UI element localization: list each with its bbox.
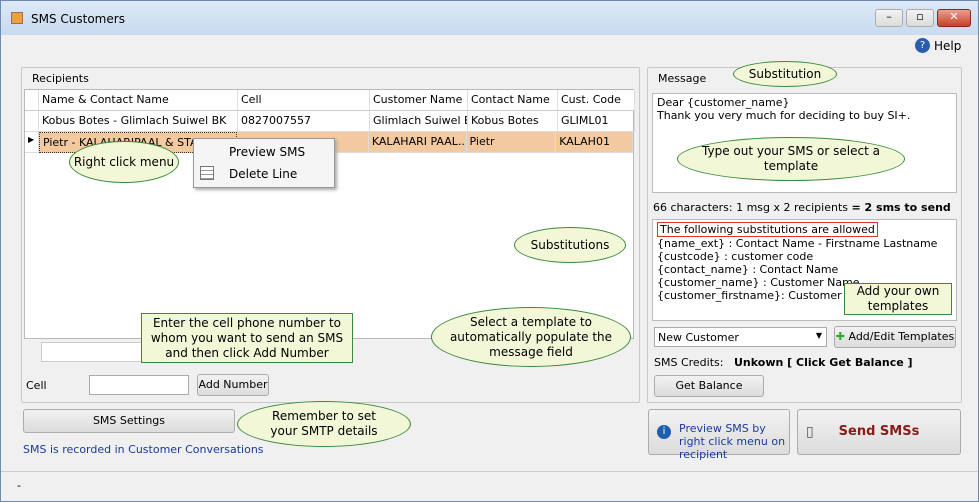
substitution-item: {contact_name} : Contact Name — [657, 263, 839, 276]
send-label: Send SMSs — [838, 424, 920, 439]
count-text: 66 characters: 1 msg x 2 recipients — [653, 201, 852, 214]
callout-own-templates: Add your own templates — [844, 283, 952, 315]
context-menu: Preview SMS Delete Line — [193, 138, 335, 188]
substitution-item: {custcode} : customer code — [657, 250, 814, 263]
minimize-button[interactable]: – — [875, 9, 903, 27]
help-link[interactable]: ? Help — [915, 38, 961, 53]
cell-customer: Glimlach Suiwel BK — [370, 111, 468, 132]
status-bar: - — [1, 471, 978, 501]
cell-input[interactable] — [89, 375, 189, 395]
callout-enter-cell: Enter the cell phone number to whom you … — [141, 313, 353, 363]
template-value: New Customer — [658, 331, 739, 344]
sms-customers-window: SMS Customers – ▫ ✕ ? Help Recipients Na… — [0, 0, 979, 502]
substitution-item: {name_ext} : Contact Name - Firstname La… — [657, 237, 938, 250]
add-icon: ✚ — [835, 330, 845, 343]
cell-code: GLIML01 — [558, 111, 635, 132]
status-text: - — [17, 479, 21, 492]
row-indicator-icon: ▶ — [25, 132, 39, 153]
menu-item-delete-line[interactable]: Delete Line — [229, 167, 297, 181]
credits-value: Unkown [ Click Get Balance ] — [734, 356, 913, 369]
recipients-grid[interactable]: Name & Contact Name Cell Customer Name C… — [24, 89, 635, 339]
add-number-button[interactable]: Add Number — [197, 374, 269, 396]
message-label: Message — [658, 72, 707, 85]
template-select[interactable]: New Customer ▼ — [654, 327, 827, 347]
cell-label: Cell — [26, 379, 47, 392]
preview-hint: i Preview SMS by right click menu on rec… — [648, 409, 790, 461]
credits-label: SMS Credits: — [654, 356, 724, 369]
callout-right-click: Right click menu — [69, 141, 179, 183]
help-label: Help — [934, 38, 962, 53]
column-header[interactable]: Contact Name — [468, 90, 558, 111]
callout-substitution: Substitution — [733, 61, 837, 87]
info-icon: i — [657, 425, 671, 439]
callout-select-template: Select a template to automatically popul… — [431, 307, 631, 367]
phone-icon: ▯ — [806, 424, 814, 440]
menu-item-preview-sms[interactable]: Preview SMS — [229, 145, 305, 159]
column-header[interactable]: Customer Name — [370, 90, 468, 111]
message-count: 66 characters: 1 msg x 2 recipients = 2 … — [653, 201, 951, 214]
window-title: SMS Customers — [31, 12, 125, 26]
column-header[interactable]: Name & Contact Name — [39, 90, 238, 111]
footer-note: SMS is recorded in Customer Conversation… — [23, 443, 264, 456]
chevron-down-icon: ▼ — [815, 331, 822, 340]
table-row[interactable]: Kobus Botes - Glimlach Suiwel BK 0827007… — [25, 111, 635, 132]
app-icon — [11, 12, 23, 24]
substitutions-heading: The following substitutions are allowed — [657, 222, 878, 237]
delete-table-icon — [200, 166, 214, 180]
add-edit-templates-button[interactable]: ✚ Add/Edit Templates — [834, 326, 956, 348]
cell-name: Kobus Botes - Glimlach Suiwel BK — [39, 111, 238, 132]
column-header[interactable]: Cell — [238, 90, 370, 111]
add-edit-templates-label: Add/Edit Templates — [848, 330, 955, 343]
help-icon: ? — [915, 38, 930, 53]
cell-contact: Pietr — [466, 132, 557, 153]
cell-contact: Kobus Botes — [468, 111, 558, 132]
callout-substitutions: Substitutions — [514, 227, 626, 263]
maximize-button[interactable]: ▫ — [906, 9, 934, 27]
preview-hint-text: Preview SMS by right click menu on recip… — [679, 422, 786, 461]
callout-type-sms: Type out your SMS or select a template — [677, 137, 905, 181]
column-header[interactable]: Cust. Code — [558, 90, 635, 111]
get-balance-button[interactable]: Get Balance — [654, 375, 764, 397]
cell-customer: KALAHARI PAAL... — [368, 132, 467, 153]
sms-settings-button[interactable]: SMS Settings — [23, 409, 235, 433]
title-bar: SMS Customers – ▫ ✕ — [1, 1, 978, 35]
send-smss-button[interactable]: ▯ Send SMSs — [797, 409, 961, 455]
recipients-label: Recipients — [32, 72, 89, 85]
cell-code: KALAH01 — [556, 132, 633, 153]
grid-header: Name & Contact Name Cell Customer Name C… — [25, 90, 635, 111]
cell-cell: 0827007557 — [238, 111, 370, 132]
close-button[interactable]: ✕ — [937, 9, 971, 27]
callout-smtp: Remember to set your SMTP details — [237, 401, 411, 447]
count-total: = 2 sms to send — [851, 201, 951, 214]
